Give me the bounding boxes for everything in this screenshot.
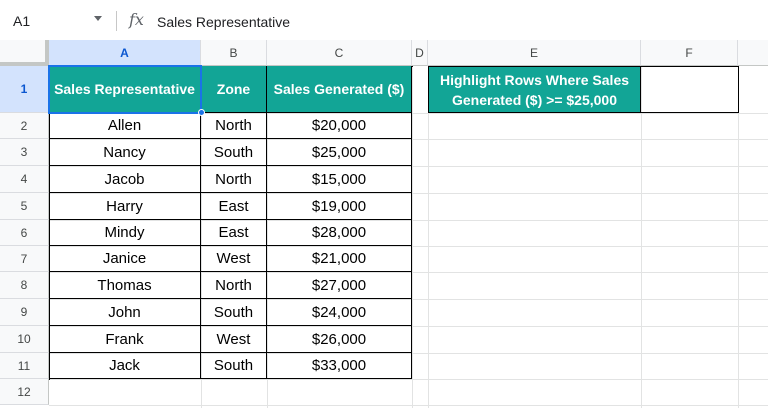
- column-header-a[interactable]: A: [49, 40, 201, 66]
- row-header-2[interactable]: 2: [0, 113, 49, 139]
- row-header-3[interactable]: 3: [0, 139, 49, 166]
- table-cell[interactable]: $26,000: [267, 326, 412, 353]
- gridline: [428, 66, 429, 408]
- table-cell[interactable]: $15,000: [267, 166, 412, 193]
- select-all-corner[interactable]: [0, 40, 49, 66]
- table-cell[interactable]: East: [201, 220, 267, 246]
- table-cell[interactable]: $21,000: [267, 246, 412, 272]
- formula-bar: A1 fx Sales Representative: [0, 0, 768, 40]
- note-line-2: Generated ($) >= $25,000: [452, 91, 617, 108]
- gridline: [641, 66, 642, 408]
- row-header-4[interactable]: 4: [0, 166, 49, 193]
- row-header-6[interactable]: 6: [0, 220, 49, 246]
- table-cell[interactable]: Thomas: [49, 272, 201, 299]
- row-header-7[interactable]: 7: [0, 246, 49, 272]
- row-header-9[interactable]: 9: [0, 299, 49, 326]
- column-header-g[interactable]: [738, 40, 768, 66]
- formula-bar-divider: [116, 11, 117, 31]
- gridline: [49, 405, 768, 406]
- table-cell[interactable]: Jacob: [49, 166, 201, 193]
- row-header-8[interactable]: 8: [0, 272, 49, 299]
- table-cell[interactable]: Frank: [49, 326, 201, 353]
- table-cell[interactable]: West: [201, 246, 267, 272]
- header-cell-sales-representative[interactable]: Sales Representative: [49, 66, 201, 113]
- table-cell[interactable]: Janice: [49, 246, 201, 272]
- spreadsheet-grid[interactable]: A B C D E F 1 2 3 4 5 6 7 8 9 10 11 12 S…: [0, 40, 768, 408]
- table-cell[interactable]: $19,000: [267, 193, 412, 220]
- column-header-d[interactable]: D: [412, 40, 428, 66]
- column-header-e[interactable]: E: [428, 40, 641, 66]
- gridline: [738, 66, 739, 408]
- chevron-down-icon[interactable]: [94, 16, 102, 21]
- table-cell[interactable]: South: [201, 299, 267, 326]
- table-cell[interactable]: Mindy: [49, 220, 201, 246]
- header-cell-zone[interactable]: Zone: [201, 66, 267, 113]
- table-cell[interactable]: North: [201, 272, 267, 299]
- table-cell[interactable]: $24,000: [267, 299, 412, 326]
- table-cell[interactable]: $20,000: [267, 113, 412, 139]
- name-box[interactable]: A1: [13, 13, 30, 29]
- row-header-11[interactable]: 11: [0, 353, 49, 379]
- table-cell[interactable]: $28,000: [267, 220, 412, 246]
- function-icon: fx: [129, 10, 144, 29]
- table-cell[interactable]: Allen: [49, 113, 201, 139]
- table-cell[interactable]: South: [201, 353, 267, 379]
- column-header-b[interactable]: B: [201, 40, 267, 66]
- table-cell[interactable]: North: [201, 113, 267, 139]
- note-line-1: Highlight Rows Where Sales: [439, 71, 630, 88]
- table-cell[interactable]: West: [201, 326, 267, 353]
- row-header-5[interactable]: 5: [0, 193, 49, 220]
- table-cell[interactable]: Harry: [49, 193, 201, 220]
- fill-handle[interactable]: [198, 109, 205, 116]
- column-header-f[interactable]: F: [641, 40, 738, 66]
- table-cell[interactable]: South: [201, 139, 267, 166]
- table-cell[interactable]: Jack: [49, 353, 201, 379]
- formula-input[interactable]: Sales Representative: [157, 14, 290, 30]
- table-cell[interactable]: John: [49, 299, 201, 326]
- row-header-10[interactable]: 10: [0, 326, 49, 353]
- note-cell[interactable]: Highlight Rows Where Sales Generated ($)…: [429, 67, 641, 112]
- row-header-1[interactable]: 1: [0, 66, 49, 113]
- row-header-12[interactable]: 12: [0, 379, 49, 405]
- header-cell-sales-generated[interactable]: Sales Generated ($): [267, 66, 412, 113]
- table-cell[interactable]: $27,000: [267, 272, 412, 299]
- table-cell[interactable]: East: [201, 193, 267, 220]
- table-cell[interactable]: $25,000: [267, 139, 412, 166]
- column-header-c[interactable]: C: [267, 40, 412, 66]
- table-cell[interactable]: North: [201, 166, 267, 193]
- table-cell[interactable]: $33,000: [267, 353, 412, 379]
- table-cell[interactable]: Nancy: [49, 139, 201, 166]
